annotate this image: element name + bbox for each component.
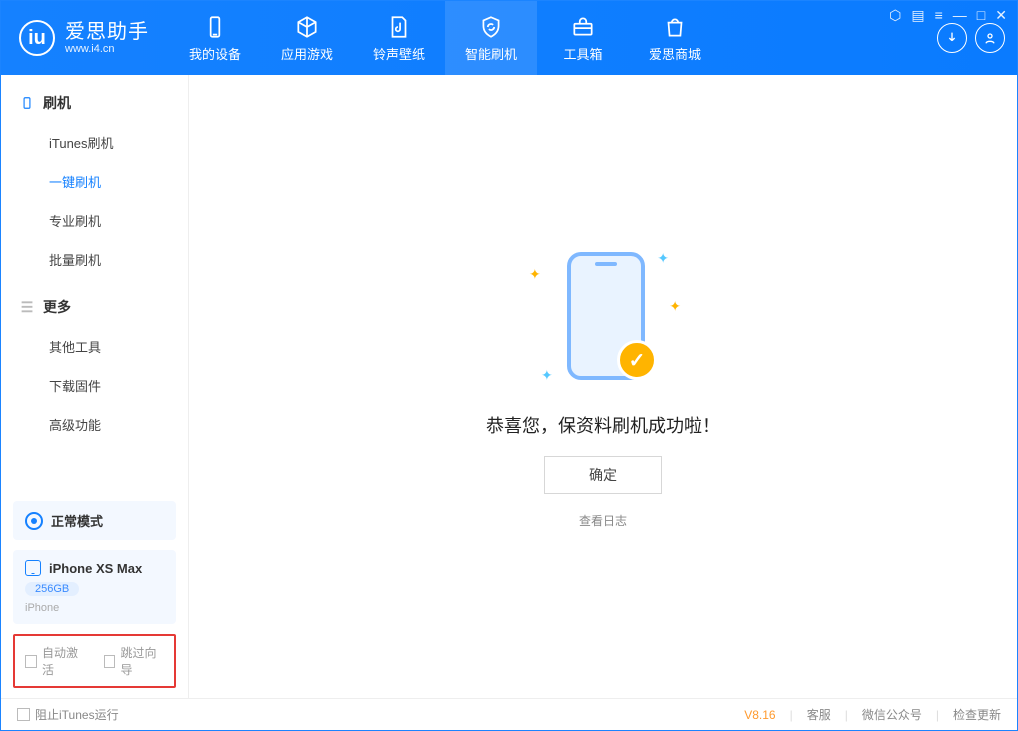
version-label: V8.16 (744, 708, 775, 722)
sparkle-icon: ✦ (669, 298, 681, 315)
tab-smart-flash[interactable]: 智能刷机 (445, 1, 537, 75)
tab-my-device[interactable]: 我的设备 (169, 1, 261, 75)
tshirt-icon[interactable]: ⬡ (889, 7, 901, 24)
section-title: 更多 (43, 297, 71, 317)
cube-icon (294, 14, 320, 40)
success-illustration: ✦ ✦ ✦ ✦ ✓ (523, 244, 683, 394)
user-button[interactable] (975, 23, 1005, 53)
mode-label: 正常模式 (51, 511, 103, 530)
sidebar-item-advanced[interactable]: 高级功能 (1, 405, 188, 444)
checkbox-label: 跳过向导 (120, 644, 164, 678)
status-bar: 阻止iTunes运行 V8.16 | 客服 | 微信公众号 | 检查更新 (1, 698, 1017, 730)
ok-button[interactable]: 确定 (544, 456, 662, 494)
tab-apps-games[interactable]: 应用游戏 (261, 1, 353, 75)
sidebar-item-pro-flash[interactable]: 专业刷机 (1, 201, 188, 240)
device-icon (25, 560, 41, 576)
sidebar-section-more: ☰ 更多 (1, 279, 188, 327)
view-log-link[interactable]: 查看日志 (579, 512, 627, 529)
logo-area: iu 爱思助手 www.i4.cn (1, 1, 169, 75)
sidebar-item-itunes-flash[interactable]: iTunes刷机 (1, 123, 188, 162)
menu-icon[interactable]: ≡ (935, 7, 943, 24)
maximize-icon[interactable]: □ (977, 7, 985, 24)
link-wechat[interactable]: 微信公众号 (862, 706, 922, 723)
tab-label: 工具箱 (563, 44, 602, 63)
toolbox-icon (570, 14, 596, 40)
sparkle-icon: ✦ (657, 250, 669, 267)
checkbox-icon (104, 655, 116, 668)
sidebar-item-other-tools[interactable]: 其他工具 (1, 327, 188, 366)
device-type: iPhone (25, 602, 164, 614)
check-badge-icon: ✓ (617, 340, 657, 380)
shield-refresh-icon (478, 14, 504, 40)
download-button[interactable] (937, 23, 967, 53)
tab-label: 智能刷机 (465, 44, 517, 63)
checkbox-icon (25, 655, 37, 668)
sidebar-item-oneclick-flash[interactable]: 一键刷机 (1, 162, 188, 201)
tab-label: 爱思商城 (649, 44, 701, 63)
success-message: 恭喜您，保资料刷机成功啦！ (486, 412, 720, 438)
options-highlight-box: 自动激活 跳过向导 (13, 634, 176, 688)
device-capacity: 256GB (25, 582, 79, 596)
top-tabs: 我的设备 应用游戏 铃声壁纸 智能刷机 工具箱 爱思商城 (169, 1, 721, 75)
sidebar-section-flash: 刷机 (1, 75, 188, 123)
close-icon[interactable]: ✕ (995, 7, 1007, 24)
link-support[interactable]: 客服 (807, 706, 831, 723)
tab-ringtones-wallpapers[interactable]: 铃声壁纸 (353, 1, 445, 75)
checkbox-skip-wizard[interactable]: 跳过向导 (104, 644, 165, 678)
sidebar: 刷机 iTunes刷机 一键刷机 专业刷机 批量刷机 ☰ 更多 其他工具 下载固… (1, 75, 189, 698)
header: iu 爱思助手 www.i4.cn 我的设备 应用游戏 铃声壁纸 智能刷机 (1, 1, 1017, 75)
link-check-update[interactable]: 检查更新 (953, 706, 1001, 723)
checkbox-label: 阻止iTunes运行 (35, 706, 119, 723)
sidebar-item-batch-flash[interactable]: 批量刷机 (1, 240, 188, 279)
minimize-icon[interactable]: — (953, 7, 967, 24)
mode-card[interactable]: 正常模式 (13, 501, 176, 540)
app-window: ⬡ ▤ ≡ — □ ✕ iu 爱思助手 www.i4.cn 我的设备 应用游戏 (0, 0, 1018, 731)
sparkle-icon: ✦ (529, 266, 541, 283)
checkbox-label: 自动激活 (42, 644, 86, 678)
mode-icon (25, 512, 43, 530)
checkbox-icon (17, 708, 30, 721)
music-file-icon (386, 14, 412, 40)
list-icon[interactable]: ▤ (911, 7, 924, 24)
tab-toolbox[interactable]: 工具箱 (537, 1, 629, 75)
logo-icon: iu (19, 20, 55, 56)
sparkle-icon: ✦ (541, 367, 553, 384)
device-name-label: iPhone XS Max (49, 561, 142, 576)
app-title: 爱思助手 (65, 21, 149, 43)
section-title: 刷机 (43, 93, 71, 113)
tab-store[interactable]: 爱思商城 (629, 1, 721, 75)
checkbox-auto-activate[interactable]: 自动激活 (25, 644, 86, 678)
checkbox-block-itunes[interactable]: 阻止iTunes运行 (17, 706, 119, 723)
tab-label: 应用游戏 (281, 44, 333, 63)
shopping-bag-icon (662, 14, 688, 40)
phone-outline-icon (19, 95, 35, 111)
window-controls: ⬡ ▤ ≡ — □ ✕ (889, 7, 1007, 24)
device-icon (202, 14, 228, 40)
more-icon: ☰ (19, 299, 35, 315)
tab-label: 铃声壁纸 (373, 44, 425, 63)
app-url: www.i4.cn (65, 43, 149, 55)
body: 刷机 iTunes刷机 一键刷机 专业刷机 批量刷机 ☰ 更多 其他工具 下载固… (1, 75, 1017, 698)
device-card[interactable]: iPhone XS Max 256GB iPhone (13, 550, 176, 624)
sidebar-item-download-firmware[interactable]: 下载固件 (1, 366, 188, 405)
sidebar-bottom: 正常模式 iPhone XS Max 256GB iPhone 自动激活 (1, 501, 188, 698)
main-content: ✦ ✦ ✦ ✦ ✓ 恭喜您，保资料刷机成功啦！ 确定 查看日志 (189, 75, 1017, 698)
tab-label: 我的设备 (189, 44, 241, 63)
